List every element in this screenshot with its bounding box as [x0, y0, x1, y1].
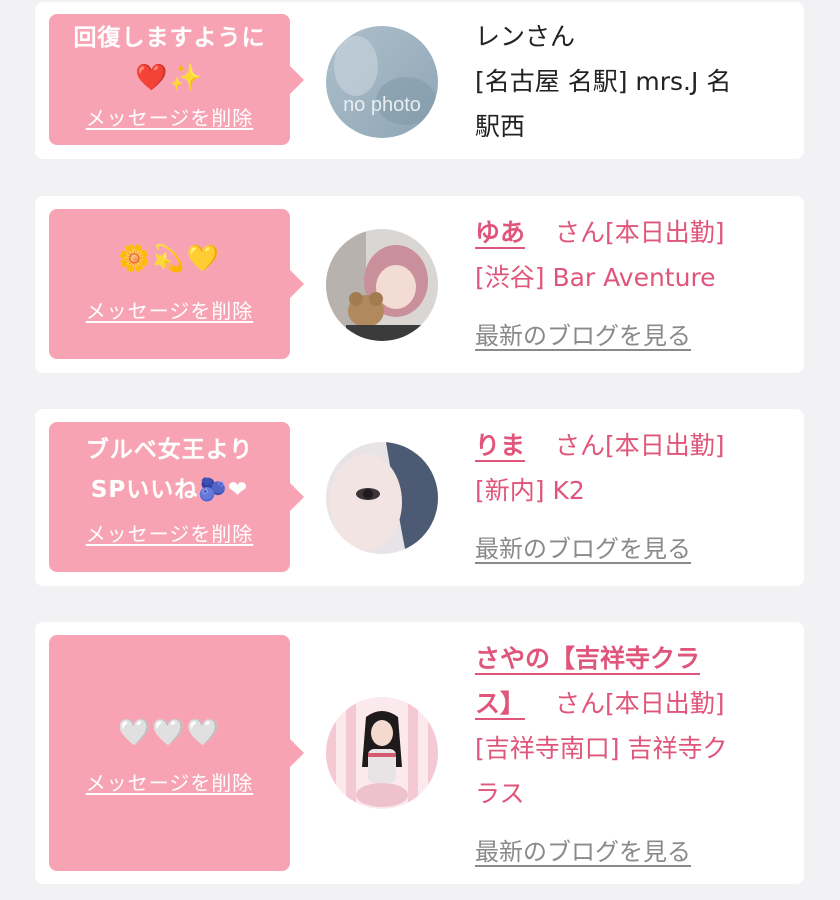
delete-message-link[interactable]: メッセージを削除 — [49, 102, 290, 131]
message-card: 🤍🤍🤍 メッセージを削除 さやの【吉祥寺クラ ス】 さん[本日出勤] [吉祥寺南… — [35, 622, 804, 884]
sender-shop: [名古屋 名駅] mrs.J 名 — [475, 67, 732, 96]
message-emoji: 🤍🤍🤍 — [117, 718, 222, 748]
sender-name-link[interactable]: ゆあ — [475, 218, 525, 247]
avatar[interactable] — [326, 442, 438, 554]
no-photo-image: no photo — [326, 26, 438, 138]
sender-info: さやの【吉祥寺クラ ス】 さん[本日出勤] [吉祥寺南口] 吉祥寺ク ラス 最新… — [475, 636, 795, 875]
delete-message-link[interactable]: メッセージを削除 — [49, 518, 290, 547]
sender-status: さん[本日出勤] — [554, 431, 725, 460]
sender-shop: [渋谷] Bar Aventure — [475, 263, 716, 292]
avatar[interactable] — [326, 229, 438, 341]
avatar[interactable]: no photo — [326, 26, 438, 138]
latest-blog-link[interactable]: 最新のブログを見る — [475, 527, 691, 572]
message-text-2: SPいいね🫐❤ — [90, 477, 249, 503]
delete-message-link[interactable]: メッセージを削除 — [49, 767, 290, 796]
avatar-photo — [326, 697, 438, 809]
sender-shop: [新内] K2 — [475, 476, 585, 505]
latest-blog-link[interactable]: 最新のブログを見る — [475, 830, 691, 875]
sender-shop: [吉祥寺南口] 吉祥寺ク — [475, 734, 728, 763]
message-card: 回復しますように ❤️✨ メッセージを削除 no photo レンさん [名古屋… — [35, 2, 804, 159]
delete-message-link[interactable]: メッセージを削除 — [49, 295, 290, 324]
sender-shop-cont: ラス — [475, 779, 525, 808]
sender-info: レンさん [名古屋 名駅] mrs.J 名 駅西 — [475, 14, 795, 149]
message-emoji: 🌼💫💛 — [117, 244, 222, 274]
sender-status: さん[本日出勤] — [554, 689, 725, 718]
sender-name: レンさん — [475, 22, 576, 51]
message-bubble: 回復しますように ❤️✨ メッセージを削除 — [49, 14, 304, 145]
latest-blog-link[interactable]: 最新のブログを見る — [475, 314, 691, 359]
avatar-photo — [326, 442, 438, 554]
sender-name-link-cont[interactable]: ス】 — [475, 689, 525, 718]
message-text: ブルベ女王より — [85, 437, 254, 463]
avatar-placeholder-text: no photo — [343, 94, 421, 116]
sender-name-link[interactable]: りま — [475, 431, 525, 460]
message-text: 回復しますように — [73, 25, 266, 51]
message-emoji: ❤️✨ — [135, 63, 204, 93]
message-bubble: 🌼💫💛 メッセージを削除 — [49, 209, 304, 359]
sender-info: ゆあ さん[本日出勤] [渋谷] Bar Aventure 最新のブログを見る — [475, 210, 795, 359]
sender-status: さん[本日出勤] — [554, 218, 725, 247]
message-bubble: ブルベ女王より SPいいね🫐❤ メッセージを削除 — [49, 422, 304, 572]
sender-shop-cont: 駅西 — [475, 112, 526, 141]
avatar[interactable] — [326, 697, 438, 809]
sender-info: りま さん[本日出勤] [新内] K2 最新のブログを見る — [475, 423, 795, 572]
avatar-photo — [326, 229, 438, 341]
message-card: 🌼💫💛 メッセージを削除 ゆあ さん[本日出勤] [渋谷] Bar Aventu… — [35, 196, 804, 373]
sender-name-link[interactable]: さやの【吉祥寺クラ — [475, 644, 700, 673]
message-bubble: 🤍🤍🤍 メッセージを削除 — [49, 635, 304, 871]
message-card: ブルベ女王より SPいいね🫐❤ メッセージを削除 りま さん[本日出勤] [新内… — [35, 409, 804, 586]
